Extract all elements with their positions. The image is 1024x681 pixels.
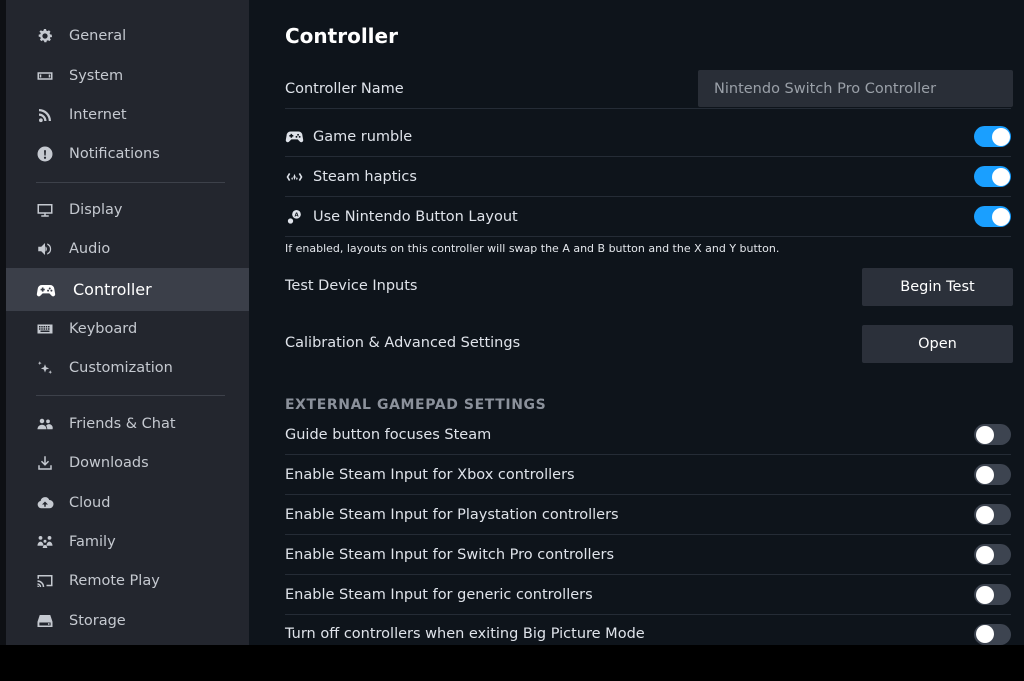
turn-off-controllers-label: Turn off controllers when exiting Big Pi… xyxy=(285,626,645,642)
switch-pro-input-toggle[interactable] xyxy=(974,544,1011,565)
controller-name-label: Controller Name xyxy=(285,80,404,97)
game-rumble-row: Game rumble xyxy=(285,117,1011,157)
generic-input-label: Enable Steam Input for generic controlle… xyxy=(285,586,593,603)
switch-pro-input-label: Enable Steam Input for Switch Pro contro… xyxy=(285,546,615,563)
sidebar: General System Internet Notifications Di… xyxy=(6,0,249,645)
controller-name-field[interactable]: Nintendo Switch Pro Controller xyxy=(698,70,1013,107)
friends-icon xyxy=(35,414,55,434)
wifi-icon xyxy=(35,105,55,125)
page-title: Controller xyxy=(285,24,398,48)
xbox-input-label: Enable Steam Input for Xbox controllers xyxy=(285,466,575,483)
sidebar-item-label: Friends & Chat xyxy=(69,416,176,432)
sidebar-item-label: Audio xyxy=(69,241,111,257)
generic-input-row: Enable Steam Input for generic controlle… xyxy=(285,575,1011,615)
sidebar-item-label: Downloads xyxy=(69,455,149,471)
sidebar-item-downloads[interactable]: Downloads xyxy=(6,443,249,483)
sidebar-item-customization[interactable]: Customization xyxy=(6,348,249,388)
game-rumble-toggle[interactable] xyxy=(974,126,1011,147)
sidebar-item-label: Remote Play xyxy=(69,573,160,589)
generic-input-toggle[interactable] xyxy=(974,584,1011,605)
family-icon xyxy=(35,532,55,552)
test-inputs-label: Test Device Inputs xyxy=(285,278,418,294)
nintendo-layout-hint: If enabled, layouts on this controller w… xyxy=(285,242,780,255)
sidebar-item-label: System xyxy=(69,68,124,84)
sidebar-item-keyboard[interactable]: Keyboard xyxy=(6,309,249,349)
toggle-knob xyxy=(975,625,994,643)
toggle-knob xyxy=(991,167,1010,186)
sidebar-item-label: Internet xyxy=(69,107,127,123)
main-panel: Controller Controller Name Nintendo Swit… xyxy=(249,0,1024,645)
sidebar-item-friends-chat[interactable]: Friends & Chat xyxy=(6,404,249,444)
cast-icon xyxy=(35,571,55,591)
steam-haptics-toggle[interactable] xyxy=(974,166,1011,187)
toggle-knob xyxy=(975,465,994,484)
gamepad-icon xyxy=(36,280,56,300)
guide-focus-row: Guide button focuses Steam xyxy=(285,415,1011,455)
sidebar-item-label: Keyboard xyxy=(69,321,138,337)
xbox-input-row: Enable Steam Input for Xbox controllers xyxy=(285,455,1011,495)
game-rumble-label: Game rumble xyxy=(313,128,413,145)
sidebar-item-audio[interactable]: Audio xyxy=(6,229,249,269)
calibration-label: Calibration & Advanced Settings xyxy=(285,335,521,351)
guide-focus-label: Guide button focuses Steam xyxy=(285,426,492,443)
steam-haptics-row: Steam haptics xyxy=(285,157,1011,197)
settings-window: General System Internet Notifications Di… xyxy=(0,0,1024,645)
sidebar-divider xyxy=(36,182,225,183)
sidebar-item-display[interactable]: Display xyxy=(6,190,249,230)
nintendo-layout-row: A Use Nintendo Button Layout xyxy=(285,197,1011,237)
begin-test-button[interactable]: Begin Test xyxy=(862,268,1013,306)
download-icon xyxy=(35,453,55,473)
turn-off-controllers-toggle[interactable] xyxy=(974,623,1011,645)
sparkle-icon xyxy=(35,358,55,378)
cloud-icon xyxy=(35,493,55,513)
open-calibration-button[interactable]: Open xyxy=(862,325,1013,363)
guide-focus-toggle[interactable] xyxy=(974,424,1011,445)
sidebar-divider xyxy=(36,395,225,396)
toggle-knob xyxy=(991,207,1010,226)
sidebar-item-label: Family xyxy=(69,534,116,550)
sidebar-item-general[interactable]: General xyxy=(6,16,249,56)
system-icon xyxy=(35,66,55,86)
toggle-knob xyxy=(975,425,994,444)
playstation-input-row: Enable Steam Input for Playstation contr… xyxy=(285,495,1011,535)
sidebar-item-family[interactable]: Family xyxy=(6,522,249,562)
steam-haptics-label: Steam haptics xyxy=(313,168,417,185)
button-layout-icon: A xyxy=(285,208,305,226)
gear-icon xyxy=(35,26,55,46)
monitor-icon xyxy=(35,200,55,220)
playstation-input-label: Enable Steam Input for Playstation contr… xyxy=(285,506,619,523)
sidebar-item-internet[interactable]: Internet xyxy=(6,95,249,135)
toggle-knob xyxy=(991,127,1010,146)
sidebar-item-label: General xyxy=(69,28,127,44)
sidebar-item-system[interactable]: System xyxy=(6,56,249,96)
playstation-input-toggle[interactable] xyxy=(974,504,1011,525)
gamepad-icon xyxy=(285,128,305,146)
switch-pro-input-row: Enable Steam Input for Switch Pro contro… xyxy=(285,535,1011,575)
sidebar-item-storage[interactable]: Storage xyxy=(6,601,249,641)
sidebar-item-label: Storage xyxy=(69,613,126,629)
toggle-knob xyxy=(975,545,994,564)
sidebar-item-notifications[interactable]: Notifications xyxy=(6,134,249,174)
sidebar-item-label: Customization xyxy=(69,360,173,376)
turn-off-controllers-row: Turn off controllers when exiting Big Pi… xyxy=(285,614,1011,645)
section-header: EXTERNAL GAMEPAD SETTINGS xyxy=(285,397,547,413)
sidebar-item-label: Display xyxy=(69,202,123,218)
speaker-icon xyxy=(35,239,55,259)
nintendo-layout-toggle[interactable] xyxy=(974,206,1011,227)
haptics-icon xyxy=(285,168,305,186)
sidebar-item-remote-play[interactable]: Remote Play xyxy=(6,561,249,601)
sidebar-item-label: Controller xyxy=(73,280,152,299)
toggle-knob xyxy=(975,505,994,524)
keyboard-icon xyxy=(35,319,55,339)
sidebar-item-controller[interactable]: Controller xyxy=(6,268,249,311)
nintendo-layout-label: Use Nintendo Button Layout xyxy=(313,208,518,225)
sidebar-item-label: Notifications xyxy=(69,146,160,162)
sidebar-item-label: Cloud xyxy=(69,495,111,511)
sidebar-item-cloud[interactable]: Cloud xyxy=(6,483,249,523)
storage-icon xyxy=(35,611,55,631)
alert-icon xyxy=(35,144,55,164)
xbox-input-toggle[interactable] xyxy=(974,464,1011,485)
toggle-knob xyxy=(975,585,994,604)
